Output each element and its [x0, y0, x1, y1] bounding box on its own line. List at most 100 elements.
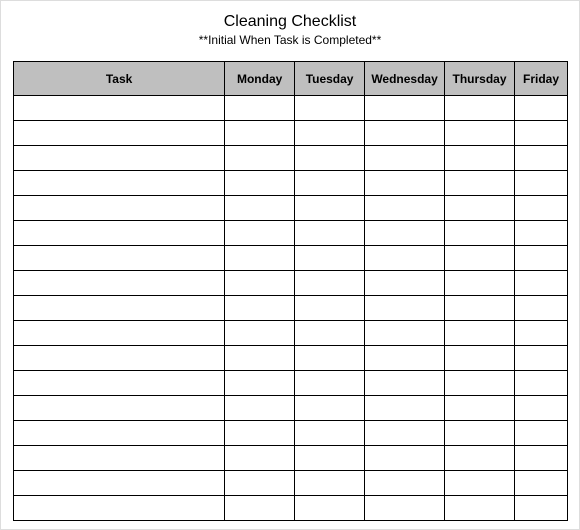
cell-tuesday	[295, 246, 365, 271]
cell-task	[14, 171, 225, 196]
cell-thursday	[445, 146, 515, 171]
cell-task	[14, 421, 225, 446]
table-row	[14, 446, 568, 471]
cell-wednesday	[365, 421, 445, 446]
cell-thursday	[445, 121, 515, 146]
cell-monday	[225, 246, 295, 271]
cell-tuesday	[295, 196, 365, 221]
table-row	[14, 321, 568, 346]
header-task: Task	[14, 62, 225, 96]
cell-tuesday	[295, 146, 365, 171]
cell-wednesday	[365, 296, 445, 321]
cell-task	[14, 246, 225, 271]
cell-thursday	[445, 246, 515, 271]
cell-friday	[515, 246, 568, 271]
cell-monday	[225, 496, 295, 521]
cell-friday	[515, 271, 568, 296]
cell-monday	[225, 396, 295, 421]
cell-monday	[225, 96, 295, 121]
cell-tuesday	[295, 496, 365, 521]
cell-thursday	[445, 446, 515, 471]
table-row	[14, 246, 568, 271]
cell-wednesday	[365, 346, 445, 371]
cell-friday	[515, 321, 568, 346]
cell-thursday	[445, 221, 515, 246]
cell-wednesday	[365, 271, 445, 296]
cell-friday	[515, 96, 568, 121]
table-row	[14, 346, 568, 371]
cell-task	[14, 221, 225, 246]
cell-tuesday	[295, 421, 365, 446]
cell-task	[14, 121, 225, 146]
cell-task	[14, 146, 225, 171]
cell-friday	[515, 296, 568, 321]
cell-thursday	[445, 496, 515, 521]
table-row	[14, 421, 568, 446]
cell-wednesday	[365, 221, 445, 246]
cell-tuesday	[295, 446, 365, 471]
header-monday: Monday	[225, 62, 295, 96]
cell-thursday	[445, 296, 515, 321]
cell-monday	[225, 446, 295, 471]
table-row	[14, 471, 568, 496]
cell-monday	[225, 171, 295, 196]
cell-friday	[515, 146, 568, 171]
cell-thursday	[445, 171, 515, 196]
cell-task	[14, 346, 225, 371]
cell-friday	[515, 371, 568, 396]
cell-task	[14, 371, 225, 396]
cell-tuesday	[295, 121, 365, 146]
table-body	[14, 96, 568, 521]
cell-wednesday	[365, 496, 445, 521]
cell-monday	[225, 421, 295, 446]
cell-friday	[515, 421, 568, 446]
cell-monday	[225, 146, 295, 171]
document-subtitle: **Initial When Task is Completed**	[11, 33, 569, 47]
cell-wednesday	[365, 196, 445, 221]
table-row	[14, 396, 568, 421]
cell-wednesday	[365, 471, 445, 496]
header-thursday: Thursday	[445, 62, 515, 96]
cell-thursday	[445, 321, 515, 346]
cell-friday	[515, 471, 568, 496]
cell-tuesday	[295, 221, 365, 246]
cell-monday	[225, 121, 295, 146]
cell-tuesday	[295, 171, 365, 196]
cell-tuesday	[295, 296, 365, 321]
cell-wednesday	[365, 446, 445, 471]
cell-monday	[225, 471, 295, 496]
header-wednesday: Wednesday	[365, 62, 445, 96]
cell-task	[14, 471, 225, 496]
cell-monday	[225, 371, 295, 396]
cell-wednesday	[365, 246, 445, 271]
cell-thursday	[445, 396, 515, 421]
cell-tuesday	[295, 346, 365, 371]
cell-wednesday	[365, 171, 445, 196]
cell-wednesday	[365, 146, 445, 171]
cell-tuesday	[295, 321, 365, 346]
cell-task	[14, 296, 225, 321]
cell-tuesday	[295, 371, 365, 396]
cell-thursday	[445, 421, 515, 446]
cell-friday	[515, 496, 568, 521]
cell-thursday	[445, 346, 515, 371]
table-row	[14, 146, 568, 171]
cell-thursday	[445, 471, 515, 496]
cell-thursday	[445, 196, 515, 221]
cell-tuesday	[295, 96, 365, 121]
cell-monday	[225, 346, 295, 371]
header-row: Task Monday Tuesday Wednesday Thursday F…	[14, 62, 568, 96]
cell-tuesday	[295, 396, 365, 421]
cell-task	[14, 196, 225, 221]
table-row	[14, 196, 568, 221]
cell-thursday	[445, 96, 515, 121]
cell-wednesday	[365, 371, 445, 396]
cell-wednesday	[365, 396, 445, 421]
document-title: Cleaning Checklist	[11, 13, 569, 31]
cell-task	[14, 321, 225, 346]
cell-friday	[515, 121, 568, 146]
cell-thursday	[445, 271, 515, 296]
checklist-table: Task Monday Tuesday Wednesday Thursday F…	[13, 61, 568, 521]
cell-friday	[515, 171, 568, 196]
header-friday: Friday	[515, 62, 568, 96]
